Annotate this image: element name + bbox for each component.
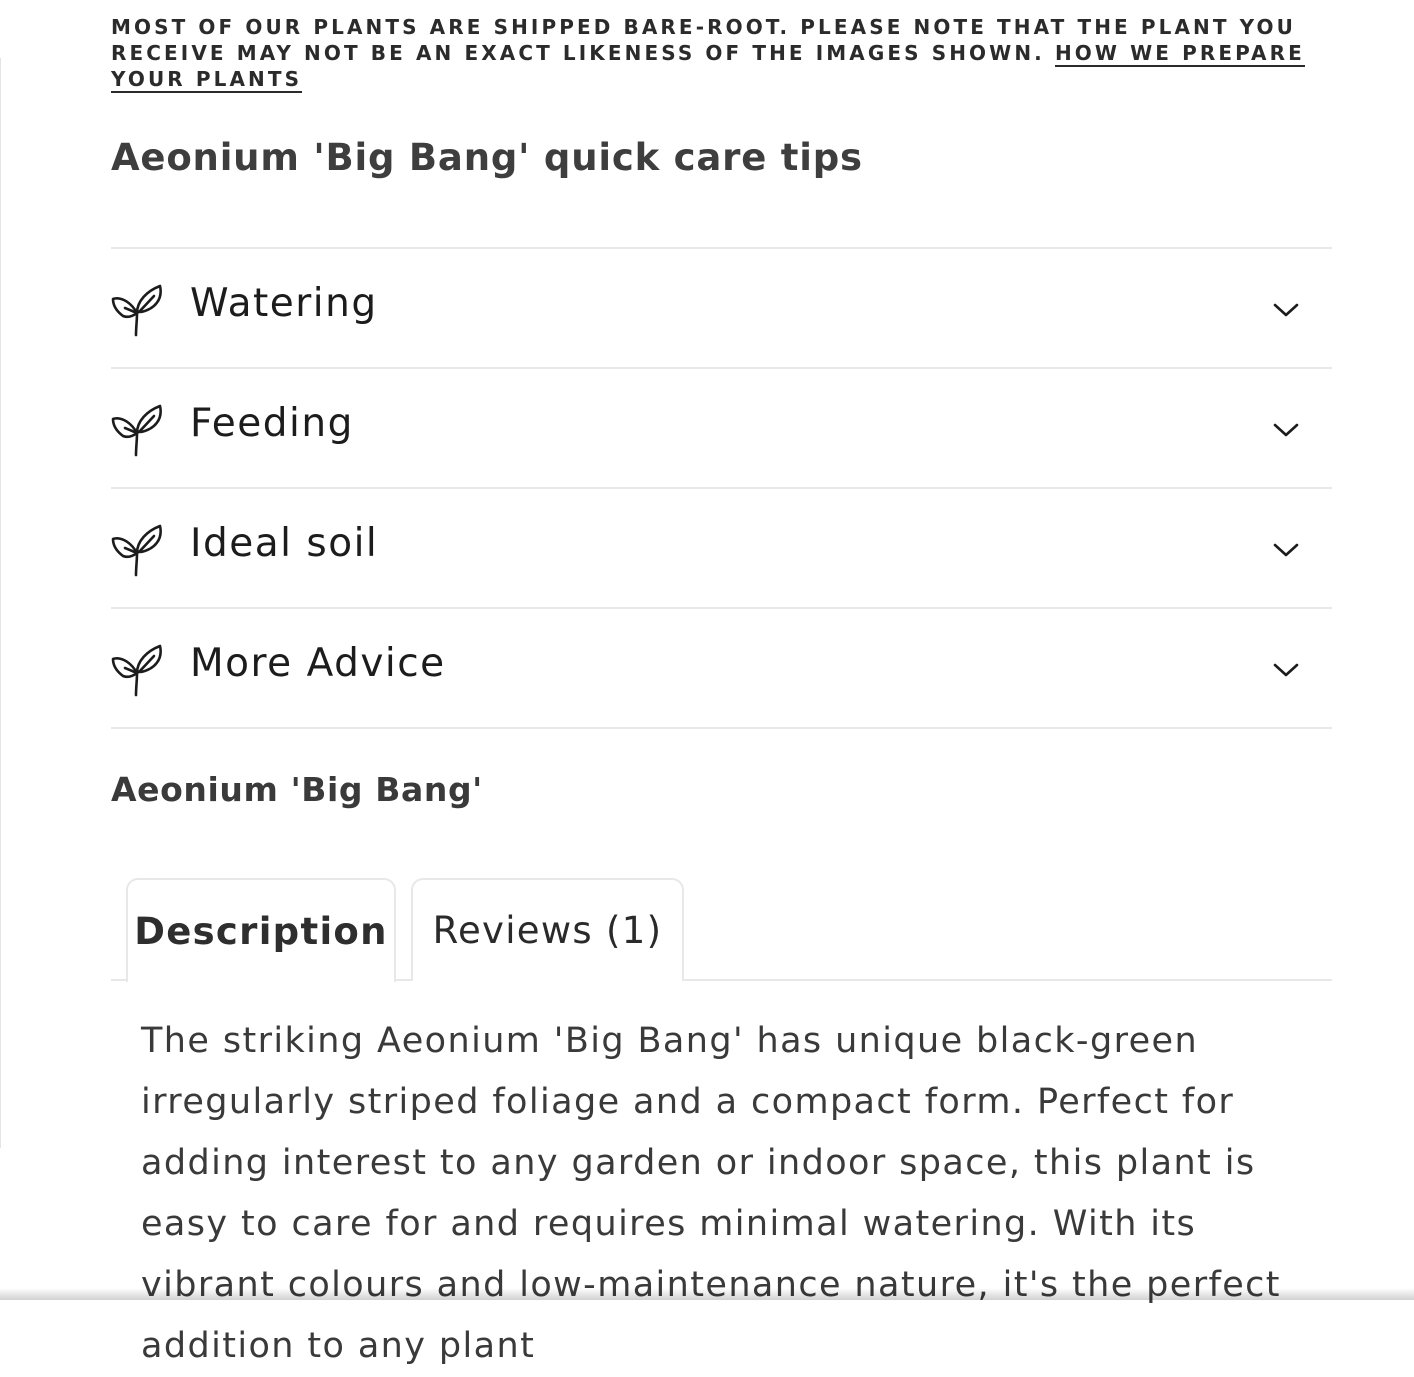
accordion-label-ideal-soil: Ideal soil xyxy=(190,521,379,566)
care-tips-title: Aeonium 'Big Bang' quick care tips xyxy=(111,136,863,179)
seedling-icon xyxy=(111,404,162,457)
accordion-item-ideal-soil[interactable]: Ideal soil xyxy=(111,487,1332,607)
left-edge-divider xyxy=(0,58,1,1148)
shipping-notice: Most of our plants are shipped bare-root… xyxy=(111,14,1321,93)
tab-description[interactable]: Description xyxy=(126,878,396,982)
accordion-label-feeding: Feeding xyxy=(190,401,354,446)
accordion-item-feeding[interactable]: Feeding xyxy=(111,367,1332,487)
product-details-section: Most of our plants are shipped bare-root… xyxy=(111,0,1332,1366)
seedling-icon xyxy=(111,524,162,577)
chevron-down-icon xyxy=(1273,663,1299,677)
accordion-label-more-advice: More Advice xyxy=(190,641,446,686)
accordion-item-more-advice[interactable]: More Advice xyxy=(111,607,1332,729)
chevron-down-icon xyxy=(1273,423,1299,437)
seedling-icon xyxy=(111,644,162,697)
accordion-label-watering: Watering xyxy=(190,281,378,326)
care-tips-accordion: Watering Feeding Ideal soil More Advice xyxy=(111,247,1332,729)
product-name: Aeonium 'Big Bang' xyxy=(111,770,483,809)
bottom-edge-shadow xyxy=(0,1288,1414,1300)
tab-reviews[interactable]: Reviews (1) xyxy=(411,878,684,981)
chevron-down-icon xyxy=(1273,543,1299,557)
chevron-down-icon xyxy=(1273,303,1299,317)
product-tabs: Description Reviews (1) xyxy=(111,878,1332,982)
seedling-icon xyxy=(111,284,162,337)
accordion-item-watering[interactable]: Watering xyxy=(111,247,1332,367)
product-description: The striking Aeonium 'Big Bang' has uniq… xyxy=(141,1021,1281,1366)
